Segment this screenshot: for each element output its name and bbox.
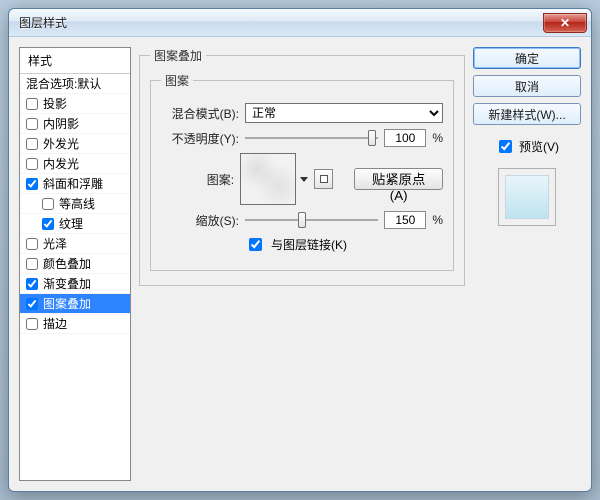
style-row[interactable]: 斜面和浮雕 — [20, 174, 130, 194]
style-checkbox[interactable] — [26, 318, 38, 330]
style-row[interactable]: 渐变叠加 — [20, 274, 130, 294]
pattern-overlay-fieldset: 图案叠加 图案 混合模式(B): 正常 不透明度(Y): — [139, 47, 465, 286]
style-label: 渐变叠加 — [43, 275, 91, 292]
opacity-unit: % — [432, 131, 443, 145]
style-label: 纹理 — [59, 215, 83, 232]
dialog-window: 图层样式 ✕ 样式 混合选项:默认 投影内阴影外发光内发光斜面和浮雕等高线纹理光… — [8, 8, 592, 492]
close-icon: ✕ — [560, 16, 570, 30]
new-preset-icon — [320, 175, 328, 183]
style-row[interactable]: 图案叠加 — [20, 294, 130, 314]
actions-panel: 确定 取消 新建样式(W)... 预览(V) — [473, 47, 581, 481]
scale-row: 缩放(S): % — [161, 211, 443, 229]
style-label: 内阴影 — [43, 115, 79, 132]
preview-label[interactable]: 预览(V) — [519, 138, 559, 155]
style-row[interactable]: 内发光 — [20, 154, 130, 174]
titlebar[interactable]: 图层样式 ✕ — [9, 9, 591, 37]
style-checkbox[interactable] — [26, 158, 38, 170]
snap-origin-button[interactable]: 贴紧原点(A) — [354, 168, 443, 190]
pattern-group: 图案 混合模式(B): 正常 不透明度(Y): — [150, 72, 454, 271]
opacity-row: 不透明度(Y): % — [161, 129, 443, 147]
blending-options-row[interactable]: 混合选项:默认 — [20, 74, 130, 94]
style-row[interactable]: 颜色叠加 — [20, 254, 130, 274]
scale-input[interactable] — [384, 211, 426, 229]
style-label: 描边 — [43, 315, 67, 332]
style-label: 图案叠加 — [43, 295, 91, 312]
opacity-slider[interactable] — [245, 129, 378, 147]
dialog-body: 样式 混合选项:默认 投影内阴影外发光内发光斜面和浮雕等高线纹理光泽颜色叠加渐变… — [9, 37, 591, 491]
style-checkbox[interactable] — [42, 218, 54, 230]
style-checkbox[interactable] — [26, 258, 38, 270]
link-row: 与图层链接(K) — [161, 235, 443, 254]
pattern-row: 图案: 贴紧原点(A) — [161, 153, 443, 205]
scale-label: 缩放(S): — [161, 212, 239, 229]
opacity-label: 不透明度(Y): — [161, 130, 239, 147]
preview-image — [505, 175, 549, 219]
cancel-button[interactable]: 取消 — [473, 75, 581, 97]
close-button[interactable]: ✕ — [543, 13, 587, 33]
style-label: 斜面和浮雕 — [43, 175, 103, 192]
center-panel: 图案叠加 图案 混合模式(B): 正常 不透明度(Y): — [139, 47, 465, 481]
style-checkbox[interactable] — [26, 298, 38, 310]
ok-button[interactable]: 确定 — [473, 47, 581, 69]
style-checkbox[interactable] — [26, 118, 38, 130]
style-label: 投影 — [43, 95, 67, 112]
preview-swatch — [498, 168, 556, 226]
style-row[interactable]: 外发光 — [20, 134, 130, 154]
style-checkbox[interactable] — [26, 98, 38, 110]
chevron-down-icon[interactable] — [300, 177, 308, 182]
slider-thumb-icon[interactable] — [368, 130, 376, 146]
blend-mode-label: 混合模式(B): — [161, 105, 239, 122]
style-checkbox[interactable] — [26, 278, 38, 290]
pattern-label: 图案: — [161, 171, 234, 188]
style-row[interactable]: 光泽 — [20, 234, 130, 254]
scale-unit: % — [432, 213, 443, 227]
style-checkbox[interactable] — [26, 138, 38, 150]
new-preset-button[interactable] — [314, 169, 333, 189]
styles-panel: 样式 混合选项:默认 投影内阴影外发光内发光斜面和浮雕等高线纹理光泽颜色叠加渐变… — [19, 47, 131, 481]
styles-header[interactable]: 样式 — [20, 48, 130, 74]
opacity-input[interactable] — [384, 129, 426, 147]
style-label: 内发光 — [43, 155, 79, 172]
style-row[interactable]: 纹理 — [20, 214, 130, 234]
group-title: 图案 — [161, 72, 193, 89]
style-label: 外发光 — [43, 135, 79, 152]
new-style-button[interactable]: 新建样式(W)... — [473, 103, 581, 125]
section-title: 图案叠加 — [150, 47, 206, 64]
slider-thumb-icon[interactable] — [298, 212, 306, 228]
window-title: 图层样式 — [19, 14, 67, 31]
pattern-swatch[interactable] — [240, 153, 296, 205]
link-with-layer-label[interactable]: 与图层链接(K) — [271, 236, 347, 253]
style-label: 颜色叠加 — [43, 255, 91, 272]
style-row[interactable]: 描边 — [20, 314, 130, 334]
style-label: 光泽 — [43, 235, 67, 252]
blend-mode-row: 混合模式(B): 正常 — [161, 103, 443, 123]
style-label: 等高线 — [59, 195, 95, 212]
style-row[interactable]: 内阴影 — [20, 114, 130, 134]
scale-slider[interactable] — [245, 211, 378, 229]
style-row[interactable]: 投影 — [20, 94, 130, 114]
style-checkbox[interactable] — [42, 198, 54, 210]
style-row[interactable]: 等高线 — [20, 194, 130, 214]
preview-row: 预览(V) — [473, 137, 581, 156]
style-checkbox[interactable] — [26, 178, 38, 190]
link-with-layer-checkbox[interactable] — [249, 238, 262, 251]
preview-checkbox[interactable] — [499, 140, 512, 153]
style-checkbox[interactable] — [26, 238, 38, 250]
blend-mode-select[interactable]: 正常 — [245, 103, 443, 123]
